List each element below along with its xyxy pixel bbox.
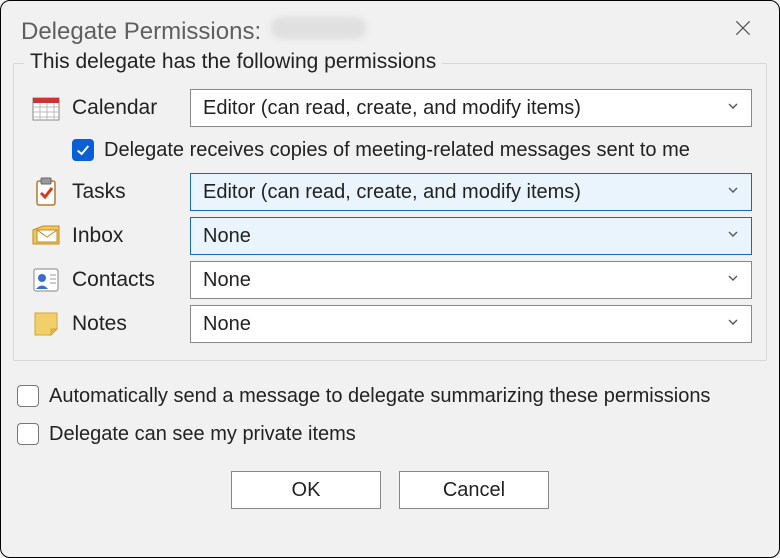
- tasks-permission-select[interactable]: Editor (can read, create, and modify ite…: [190, 173, 752, 211]
- meeting-copies-checkbox[interactable]: [72, 139, 94, 161]
- calendar-permission-value: Editor (can read, create, and modify ite…: [203, 97, 581, 120]
- chevron-down-icon: [725, 181, 741, 204]
- delegate-permissions-dialog: Delegate Permissions: This delegate has …: [0, 0, 780, 558]
- close-icon: [733, 18, 753, 44]
- auto-send-checkbox[interactable]: [17, 385, 39, 407]
- chevron-down-icon: [725, 313, 741, 336]
- ok-button[interactable]: OK: [231, 471, 381, 509]
- notes-permission-value: None: [203, 313, 251, 336]
- permissions-group: This delegate has the following permissi…: [13, 63, 767, 361]
- row-contacts: Contacts None: [28, 258, 752, 302]
- calendar-label: Calendar: [72, 96, 182, 120]
- contacts-icon: [28, 264, 64, 296]
- inbox-label: Inbox: [72, 224, 182, 248]
- auto-send-row: Automatically send a message to delegate…: [17, 377, 763, 415]
- tasks-permission-value: Editor (can read, create, and modify ite…: [203, 181, 581, 204]
- notes-icon: [28, 308, 64, 340]
- private-items-row: Delegate can see my private items: [17, 415, 763, 453]
- private-items-label: Delegate can see my private items: [49, 423, 356, 446]
- chevron-down-icon: [725, 225, 741, 248]
- private-items-checkbox[interactable]: [17, 423, 39, 445]
- calendar-icon: [28, 92, 64, 124]
- delegate-name-redacted: [271, 17, 366, 39]
- meeting-copies-row: Delegate receives copies of meeting-rela…: [28, 130, 752, 170]
- chevron-down-icon: [725, 97, 741, 120]
- cancel-button[interactable]: Cancel: [399, 471, 549, 509]
- close-button[interactable]: [725, 13, 761, 49]
- notes-permission-select[interactable]: None: [190, 305, 752, 343]
- inbox-permission-value: None: [203, 225, 251, 248]
- dialog-buttons: OK Cancel: [1, 471, 779, 509]
- contacts-permission-select[interactable]: None: [190, 261, 752, 299]
- tasks-icon: [28, 176, 64, 208]
- titlebar: Delegate Permissions:: [1, 1, 779, 57]
- permissions-group-label: This delegate has the following permissi…: [24, 50, 442, 74]
- chevron-down-icon: [725, 269, 741, 292]
- row-notes: Notes None: [28, 302, 752, 346]
- inbox-permission-select[interactable]: None: [190, 217, 752, 255]
- auto-send-label: Automatically send a message to delegate…: [49, 385, 710, 408]
- row-calendar: Calendar Editor (can read, create, and m…: [28, 86, 752, 130]
- contacts-label: Contacts: [72, 268, 182, 292]
- tasks-label: Tasks: [72, 180, 182, 204]
- dialog-title-text: Delegate Permissions:: [21, 18, 261, 46]
- row-tasks: Tasks Editor (can read, create, and modi…: [28, 170, 752, 214]
- meeting-copies-label: Delegate receives copies of meeting-rela…: [104, 139, 690, 162]
- inbox-icon: [28, 220, 64, 252]
- notes-label: Notes: [72, 312, 182, 336]
- contacts-permission-value: None: [203, 269, 251, 292]
- dialog-title: Delegate Permissions:: [21, 17, 366, 46]
- row-inbox: Inbox None: [28, 214, 752, 258]
- bottom-options: Automatically send a message to delegate…: [1, 373, 779, 453]
- ok-button-label: OK: [292, 479, 321, 502]
- calendar-permission-select[interactable]: Editor (can read, create, and modify ite…: [190, 89, 752, 127]
- cancel-button-label: Cancel: [443, 479, 505, 502]
